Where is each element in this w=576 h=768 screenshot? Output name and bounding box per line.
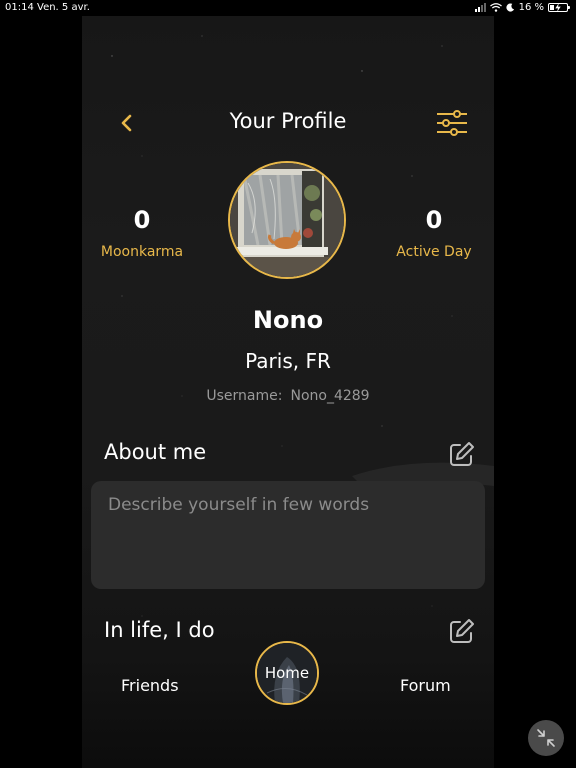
page-title: Your Profile [229,109,347,133]
status-indicators: 16 % [474,2,570,13]
moonkarma-stat: 0 Moonkarma [82,206,202,260]
username-label: Username: [206,388,283,404]
profile-username: Username: Nono_4289 [82,388,494,404]
moonkarma-value: 0 [133,206,151,234]
profile-screen: Your Profile 0 Moonkarma 0 Active Day No… [82,16,494,768]
signal-icon [474,3,486,12]
do-not-disturb-icon [506,3,514,12]
status-time: 01:14 [5,2,34,13]
nav-home-label: Home [264,664,310,682]
about-me-placeholder: Describe yourself in few words [108,495,370,515]
moonkarma-label: Moonkarma [100,244,184,260]
profile-avatar[interactable] [228,161,346,279]
about-me-input[interactable]: Describe yourself in few words [91,481,485,589]
battery-icon [548,3,570,12]
wifi-icon [489,3,502,12]
about-me-title: About me [104,440,207,464]
minimize-floating-button[interactable] [528,720,564,756]
nav-friends[interactable]: Friends [121,676,179,695]
battery-percent: 16 % [518,2,544,13]
status-bar: 01:14 Ven. 5 avr. 16 % [0,0,576,16]
profile-name: Nono [252,306,324,334]
in-life-title: In life, I do [104,618,215,642]
avatar-photo [230,163,344,277]
edit-about-icon[interactable] [448,440,476,468]
username-value: Nono_4289 [290,388,370,404]
active-day-label: Active Day [396,244,472,260]
collapse-arrows-icon [537,729,555,747]
active-day-value: 0 [425,206,443,234]
edit-in-life-icon[interactable] [448,617,476,645]
active-day-stat: 0 Active Day [374,206,494,260]
nav-home-button[interactable]: Home [255,641,319,705]
profile-location: Paris, FR [245,349,331,373]
sliders-settings-icon[interactable] [435,109,469,137]
nav-forum[interactable]: Forum [400,676,451,695]
status-date: Ven. 5 avr. [37,2,90,13]
